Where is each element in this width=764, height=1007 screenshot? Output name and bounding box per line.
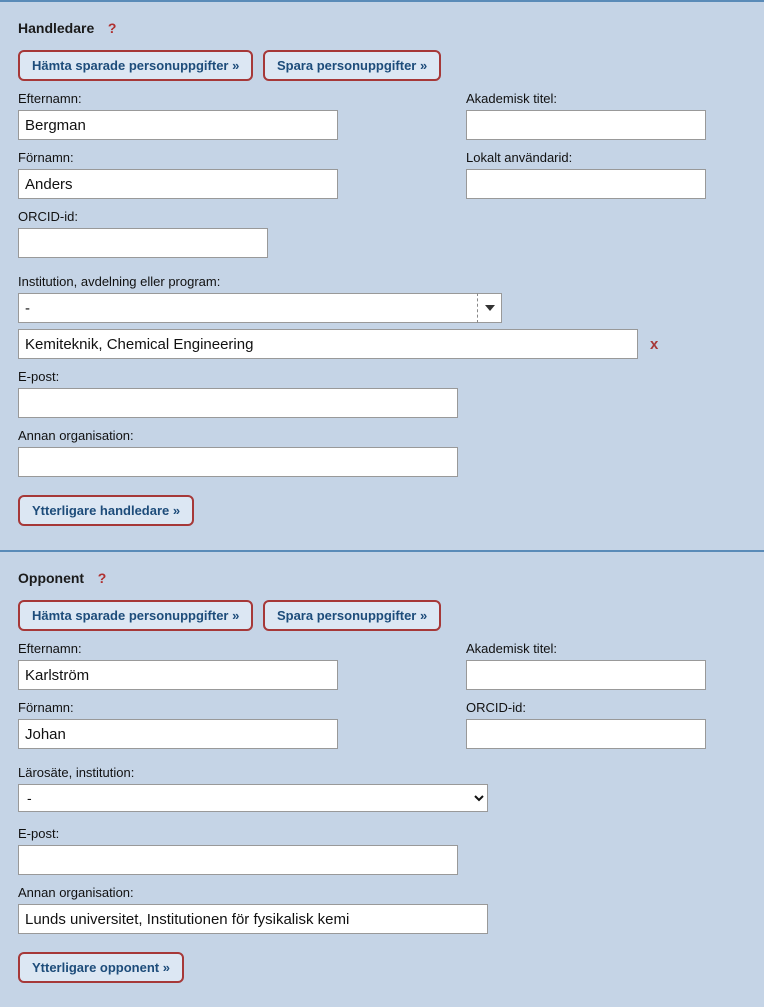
akademisk-titel-label: Akademisk titel: — [466, 91, 746, 106]
opponent-button-row: Hämta sparade personuppgifter » Spara pe… — [18, 600, 746, 631]
epost-input[interactable] — [18, 845, 458, 875]
akademisk-titel-input[interactable] — [466, 660, 706, 690]
institution-combo-toggle[interactable] — [478, 293, 502, 323]
load-person-button[interactable]: Hämta sparade personuppgifter » — [18, 600, 253, 631]
epost-label: E-post: — [18, 369, 746, 384]
handledare-panel: Handledare ? Hämta sparade personuppgift… — [0, 0, 764, 550]
help-icon[interactable]: ? — [108, 20, 117, 36]
fornamn-label: Förnamn: — [18, 700, 406, 715]
fornamn-input[interactable] — [18, 719, 338, 749]
save-person-button[interactable]: Spara personuppgifter » — [263, 50, 441, 81]
orcid-label: ORCID-id: — [466, 700, 746, 715]
efternamn-input[interactable] — [18, 660, 338, 690]
handledare-button-row: Hämta sparade personuppgifter » Spara pe… — [18, 50, 746, 81]
larosate-select[interactable]: - — [18, 784, 488, 812]
akademisk-titel-label: Akademisk titel: — [466, 641, 746, 656]
orcid-input[interactable] — [18, 228, 268, 258]
annan-org-input[interactable] — [18, 447, 458, 477]
efternamn-label: Efternamn: — [18, 91, 406, 106]
efternamn-input[interactable] — [18, 110, 338, 140]
fornamn-input[interactable] — [18, 169, 338, 199]
load-person-button[interactable]: Hämta sparade personuppgifter » — [18, 50, 253, 81]
akademisk-titel-input[interactable] — [466, 110, 706, 140]
handledare-title: Handledare — [18, 20, 94, 36]
annan-org-label: Annan organisation: — [18, 428, 746, 443]
epost-label: E-post: — [18, 826, 746, 841]
larosate-label: Lärosäte, institution: — [18, 765, 746, 780]
epost-input[interactable] — [18, 388, 458, 418]
institution-combo-input[interactable] — [18, 293, 478, 323]
save-person-button[interactable]: Spara personuppgifter » — [263, 600, 441, 631]
anvandarid-label: Lokalt användarid: — [466, 150, 746, 165]
institution-selected-input[interactable] — [18, 329, 638, 359]
fornamn-label: Förnamn: — [18, 150, 406, 165]
anvandarid-input[interactable] — [466, 169, 706, 199]
add-handledare-button[interactable]: Ytterligare handledare » — [18, 495, 194, 526]
efternamn-label: Efternamn: — [18, 641, 406, 656]
institution-label: Institution, avdelning eller program: — [18, 274, 746, 289]
annan-org-input[interactable] — [18, 904, 488, 934]
orcid-label: ORCID-id: — [18, 209, 406, 224]
chevron-down-icon — [485, 305, 495, 311]
add-opponent-button[interactable]: Ytterligare opponent » — [18, 952, 184, 983]
help-icon[interactable]: ? — [98, 570, 107, 586]
orcid-input[interactable] — [466, 719, 706, 749]
annan-org-label: Annan organisation: — [18, 885, 746, 900]
remove-institution-icon[interactable]: x — [650, 336, 658, 353]
opponent-title: Opponent — [18, 570, 84, 586]
opponent-panel: Opponent ? Hämta sparade personuppgifter… — [0, 550, 764, 1007]
